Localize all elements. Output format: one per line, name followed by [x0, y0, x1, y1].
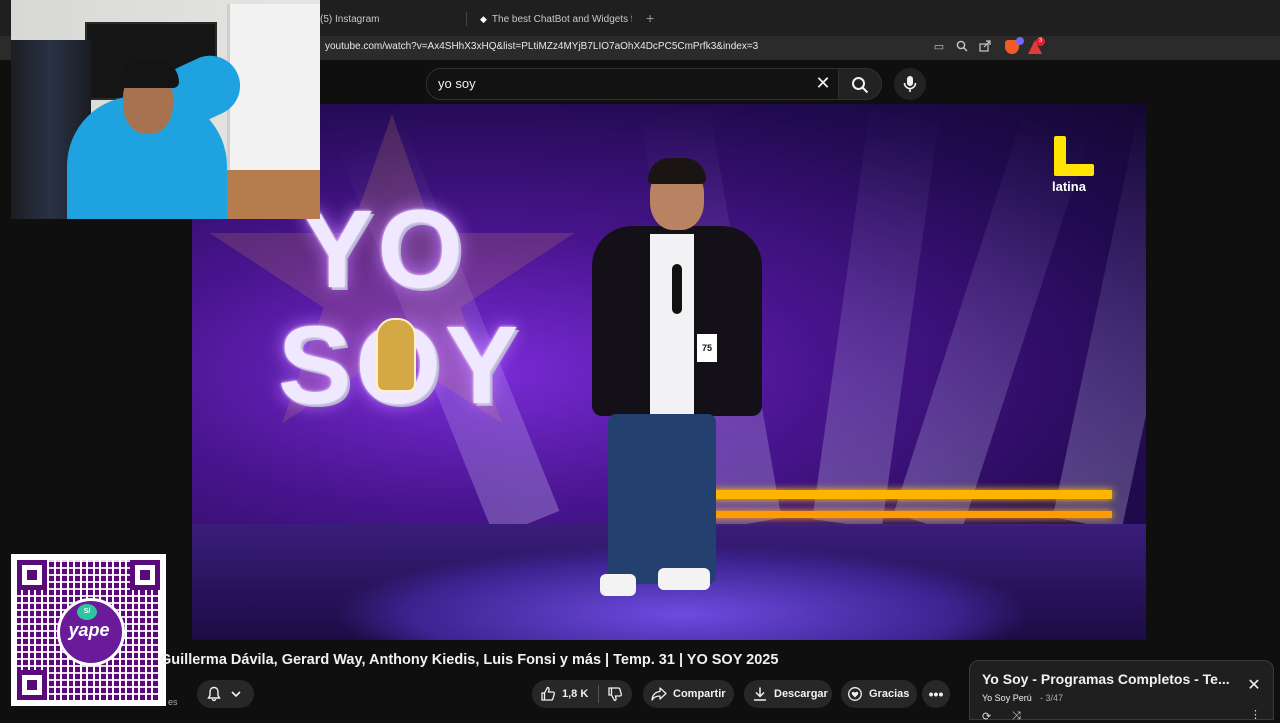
- notifications-button[interactable]: [197, 680, 254, 708]
- like-dislike-group: 1,8 K: [532, 680, 632, 708]
- shelf: [227, 4, 320, 174]
- search-query: yo soy: [438, 76, 476, 91]
- contestant-number: 75: [697, 334, 717, 362]
- close-playlist-button[interactable]: ✕: [1246, 678, 1262, 694]
- share-button[interactable]: Compartir: [643, 680, 734, 708]
- qr-finder-pattern: [130, 560, 160, 590]
- playlist-more-icon[interactable]: ⋮: [1250, 708, 1261, 721]
- bell-icon: [207, 686, 221, 702]
- thanks-label: Gracias: [869, 688, 910, 700]
- channel-bug: latina: [1052, 179, 1086, 194]
- playlist-title[interactable]: Yo Soy - Programas Completos - Te...: [982, 671, 1232, 687]
- download-label: Descargar: [774, 688, 828, 700]
- rewards-badge: 3: [1036, 37, 1045, 46]
- handheld-microphone: [672, 264, 682, 314]
- zoom-icon[interactable]: [955, 40, 969, 54]
- playlist-channel[interactable]: Yo Soy Perú: [982, 693, 1032, 703]
- shields-badge: [1016, 37, 1024, 45]
- clear-search-button[interactable]: ✕: [812, 72, 834, 94]
- share-page-icon[interactable]: [978, 40, 992, 54]
- qr-finder-pattern: [17, 560, 47, 590]
- yape-qr-code: S/ yape: [11, 554, 166, 706]
- loop-icon[interactable]: ⟳: [982, 710, 991, 723]
- search-button[interactable]: [838, 68, 882, 100]
- playlist-position: - 3/47: [1040, 693, 1064, 703]
- share-icon: [651, 687, 667, 701]
- video-player[interactable]: YO SOY latina 75: [192, 104, 1146, 640]
- latina-logo: [1052, 136, 1096, 178]
- more-actions-button[interactable]: •••: [922, 680, 950, 708]
- webcam-overlay: [11, 0, 320, 219]
- download-button[interactable]: Descargar: [744, 680, 832, 708]
- super-thanks-icon: [848, 687, 862, 701]
- video-title: Guillerma Dávila, Gerard Way, Anthony Ki…: [160, 652, 779, 668]
- thumbs-down-icon[interactable]: [607, 686, 623, 702]
- like-count[interactable]: 1,8 K: [562, 688, 588, 700]
- divider: [598, 685, 600, 703]
- microphone-icon: [903, 76, 917, 92]
- search-input[interactable]: [426, 68, 840, 100]
- cast-icon[interactable]: ▭: [932, 40, 946, 54]
- search-icon: [852, 77, 869, 94]
- diamond-icon: ◆: [480, 14, 487, 24]
- contestant: 75: [592, 158, 762, 614]
- tab-instagram[interactable]: (5) Instagram: [320, 8, 460, 30]
- tab-chatbot[interactable]: ◆ The best ChatBot and Widgets for Ki: [480, 8, 632, 30]
- share-label: Compartir: [673, 688, 726, 700]
- currency-badge: S/: [77, 604, 97, 620]
- show-logo-yo: YO: [300, 188, 467, 311]
- tab-divider: [466, 12, 467, 26]
- download-icon: [754, 687, 766, 701]
- shuffle-icon[interactable]: ⤨: [1012, 710, 1021, 723]
- thanks-button[interactable]: Gracias: [841, 680, 917, 708]
- chevron-down-icon: [231, 691, 241, 698]
- new-tab-button[interactable]: +: [646, 10, 654, 26]
- subscriber-count: es: [168, 697, 178, 707]
- tab-chatbot-label: The best ChatBot and Widgets for Ki: [491, 13, 632, 25]
- voice-search-button[interactable]: [894, 68, 926, 100]
- golden-microphone-icon: [376, 318, 416, 392]
- yape-brand: yape: [68, 620, 110, 640]
- tab-instagram-label: (5) Instagram: [320, 13, 380, 25]
- qr-finder-pattern: [17, 670, 47, 700]
- thumbs-up-icon[interactable]: [540, 686, 556, 702]
- url-field[interactable]: youtube.com/watch?v=Ax4SHhX3xHQ&list=PLt…: [325, 41, 758, 52]
